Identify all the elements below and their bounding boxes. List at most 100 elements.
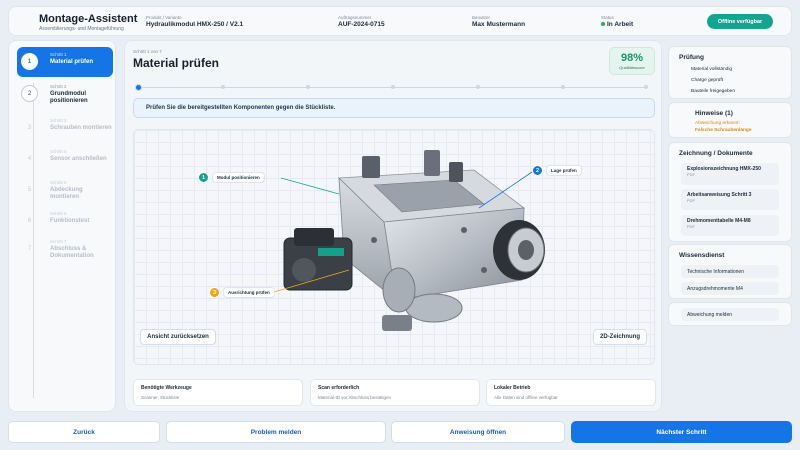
callout-1[interactable]: 1 Modul positionieren <box>198 172 265 183</box>
hints-section: Hinweise (1) Abweichung erkannt: Falsche… <box>668 102 792 138</box>
right-panel: Prüfung Material vollständig Charge gepr… <box>668 40 792 412</box>
step-item-7[interactable]: 7 Schritt 7 Abschluss & Dokumentation <box>17 234 113 264</box>
step-progress-track <box>135 84 648 91</box>
check-item: Material vollständig <box>691 67 733 72</box>
hints-title: Hinweise (1) <box>695 110 733 117</box>
user-label: Benutzer <box>472 15 491 20</box>
reset-view-button[interactable]: Ansicht zurücksetzen <box>140 329 216 345</box>
info-title: Benötigte Werkzeuge <box>141 385 192 391</box>
document-item[interactable]: Drehmomenttabelle M4-M8 PDF <box>681 215 779 236</box>
progress-dot[interactable] <box>476 85 480 89</box>
document-type: PDF <box>687 224 695 229</box>
product-label: Produkt / Variante <box>146 15 182 20</box>
report-deviation-button[interactable]: Abweichung melden <box>681 308 779 321</box>
callout-text: Ausrichtung prüfen <box>223 287 275 298</box>
info-text: Alle Daten sind offline verfügbar <box>494 395 558 400</box>
document-item[interactable]: Explosionszeichnung HMX-250 PDF <box>681 163 779 185</box>
progress-dot[interactable] <box>391 85 395 89</box>
callout-2[interactable]: 2 Lage prüfen <box>532 165 582 176</box>
step-label: Schritt 7 <box>50 239 67 244</box>
status-field: Status In Arbeit <box>601 15 633 28</box>
quality-score-card: 98% Qualitätsscore <box>609 47 655 75</box>
check-item: Charge geprüft <box>691 78 723 83</box>
user-field: Benutzer Max Mustermann <box>472 15 525 28</box>
step-label: Schritt 6 <box>50 211 67 216</box>
step-item-5[interactable]: 5 Schritt 5 Abdeckung montieren <box>17 175 113 201</box>
step-label: Schritt 1 <box>50 52 67 57</box>
document-item[interactable]: Arbeitsanweisung Schritt 3 PDF <box>681 189 779 210</box>
info-title: Lokaler Betrieb <box>494 385 531 391</box>
info-title: Scan erforderlich <box>318 385 360 391</box>
status-badge: In Arbeit <box>601 21 633 28</box>
step-item-4[interactable]: 4 Schritt 4 Sensor anschließen <box>17 144 113 170</box>
hint-line: Abweichung erkannt: <box>695 121 740 126</box>
step-item-1[interactable]: 1 Schritt 1 Material prüfen <box>17 47 113 77</box>
status-label: Status <box>601 15 614 20</box>
check-title: Prüfung <box>679 54 704 61</box>
document-name: Explosionszeichnung HMX-250 <box>687 166 761 172</box>
page-title: Material prüfen <box>133 56 220 70</box>
progress-dot-current[interactable] <box>135 84 142 91</box>
progress-dot[interactable] <box>561 85 565 89</box>
quality-score-value: 98% <box>620 52 644 64</box>
callout-number: 1 <box>198 172 209 183</box>
product-value: Hydraulikmodul HMX-250 / V2.1 <box>146 21 244 28</box>
info-box-local: Lokaler Betrieb Alle Daten sind offline … <box>486 379 656 406</box>
step-number: 4 <box>27 155 32 162</box>
step-item-3[interactable]: 3 Schritt 3 Schrauben montieren <box>17 113 113 139</box>
step-number: 5 <box>27 186 32 193</box>
step-text: Abdeckung montieren <box>50 187 83 200</box>
check-item: Bauteile freigegeben <box>691 89 736 94</box>
app-subtitle: Assemblierungs- und Montageführung <box>39 26 124 32</box>
knowledge-title: Wissensdienst <box>679 252 725 259</box>
step-label: Schritt 5 <box>50 180 67 185</box>
instruction-banner: Prüfen Sie die bereitgestellten Komponen… <box>133 98 655 118</box>
status-value: In Arbeit <box>607 21 634 28</box>
app-title: Montage-Assistent <box>39 13 138 25</box>
step-text: Schrauben montieren <box>50 125 112 131</box>
2d-drawing-button[interactable]: 2D-Zeichnung <box>593 329 647 345</box>
callout-text: Lage prüfen <box>546 165 582 176</box>
callout-1-leader <box>280 177 340 195</box>
step-number: 7 <box>27 245 32 252</box>
step-number: 6 <box>27 217 32 224</box>
knowledge-item[interactable]: Anzugsdrehmomente M4 <box>681 282 779 295</box>
step-text: Funktionstest <box>50 218 90 224</box>
hint-line: Falsche Schraubenlänge <box>695 128 752 133</box>
check-section: Prüfung Material vollständig Charge gepr… <box>668 46 792 99</box>
document-type: PDF <box>687 198 695 203</box>
info-box-tools: Benötigte Werkzeuge Scanner, Stückliste <box>133 379 303 406</box>
knowledge-item[interactable]: Technische Informationen <box>681 265 779 278</box>
progress-dot[interactable] <box>644 85 648 89</box>
callout-3[interactable]: 3 Ausrichtung prüfen <box>209 287 275 298</box>
progress-dot[interactable] <box>306 85 310 89</box>
step-text: Sensor anschließen <box>50 156 107 162</box>
step-item-6[interactable]: 6 Schritt 6 Funktionstest <box>17 206 113 232</box>
order-label: Auftragsnummer <box>338 15 372 20</box>
main-panel: Schritt 1 von 7 Material prüfen 98% Qual… <box>124 40 662 412</box>
report-problem-button[interactable]: Problem melden <box>166 421 386 443</box>
steps-sidebar: 1 Schritt 1 Material prüfen 2 Schritt 2 … <box>8 40 116 412</box>
back-button[interactable]: Zurück <box>8 421 160 443</box>
step-number: 1 <box>21 53 38 70</box>
product-field: Produkt / Variante Hydraulikmodul HMX-25… <box>146 15 243 28</box>
order-field: Auftragsnummer AUF-2024-0715 <box>338 15 385 28</box>
callout-number: 2 <box>532 165 543 176</box>
next-step-button[interactable]: Nächster Schritt <box>571 421 792 443</box>
app-header: Montage-Assistent Assemblierungs- und Mo… <box>8 6 792 36</box>
documents-section: Zeichnung / Dokumente Explosionszeichnun… <box>668 142 792 242</box>
report-deviation-section: Abweichung melden <box>668 302 792 326</box>
step-label: Schritt 2 <box>50 84 67 89</box>
offline-available-button[interactable]: Offline verfügbar <box>707 14 773 29</box>
step-item-2[interactable]: 2 Schritt 2 Grundmodul positionieren <box>17 79 113 107</box>
step-number: 3 <box>27 124 32 131</box>
document-type: PDF <box>687 172 695 177</box>
order-value: AUF-2024-0715 <box>338 21 385 28</box>
status-dot-icon <box>601 22 605 27</box>
progress-dot[interactable] <box>221 85 225 89</box>
open-instruction-button[interactable]: Anweisung öffnen <box>391 421 565 443</box>
step-label: Schritt 4 <box>50 149 67 154</box>
step-label: Schritt 3 <box>50 118 67 123</box>
step-counter: Schritt 1 von 7 <box>133 49 162 54</box>
step-text: Grundmodul positionieren <box>50 91 88 104</box>
